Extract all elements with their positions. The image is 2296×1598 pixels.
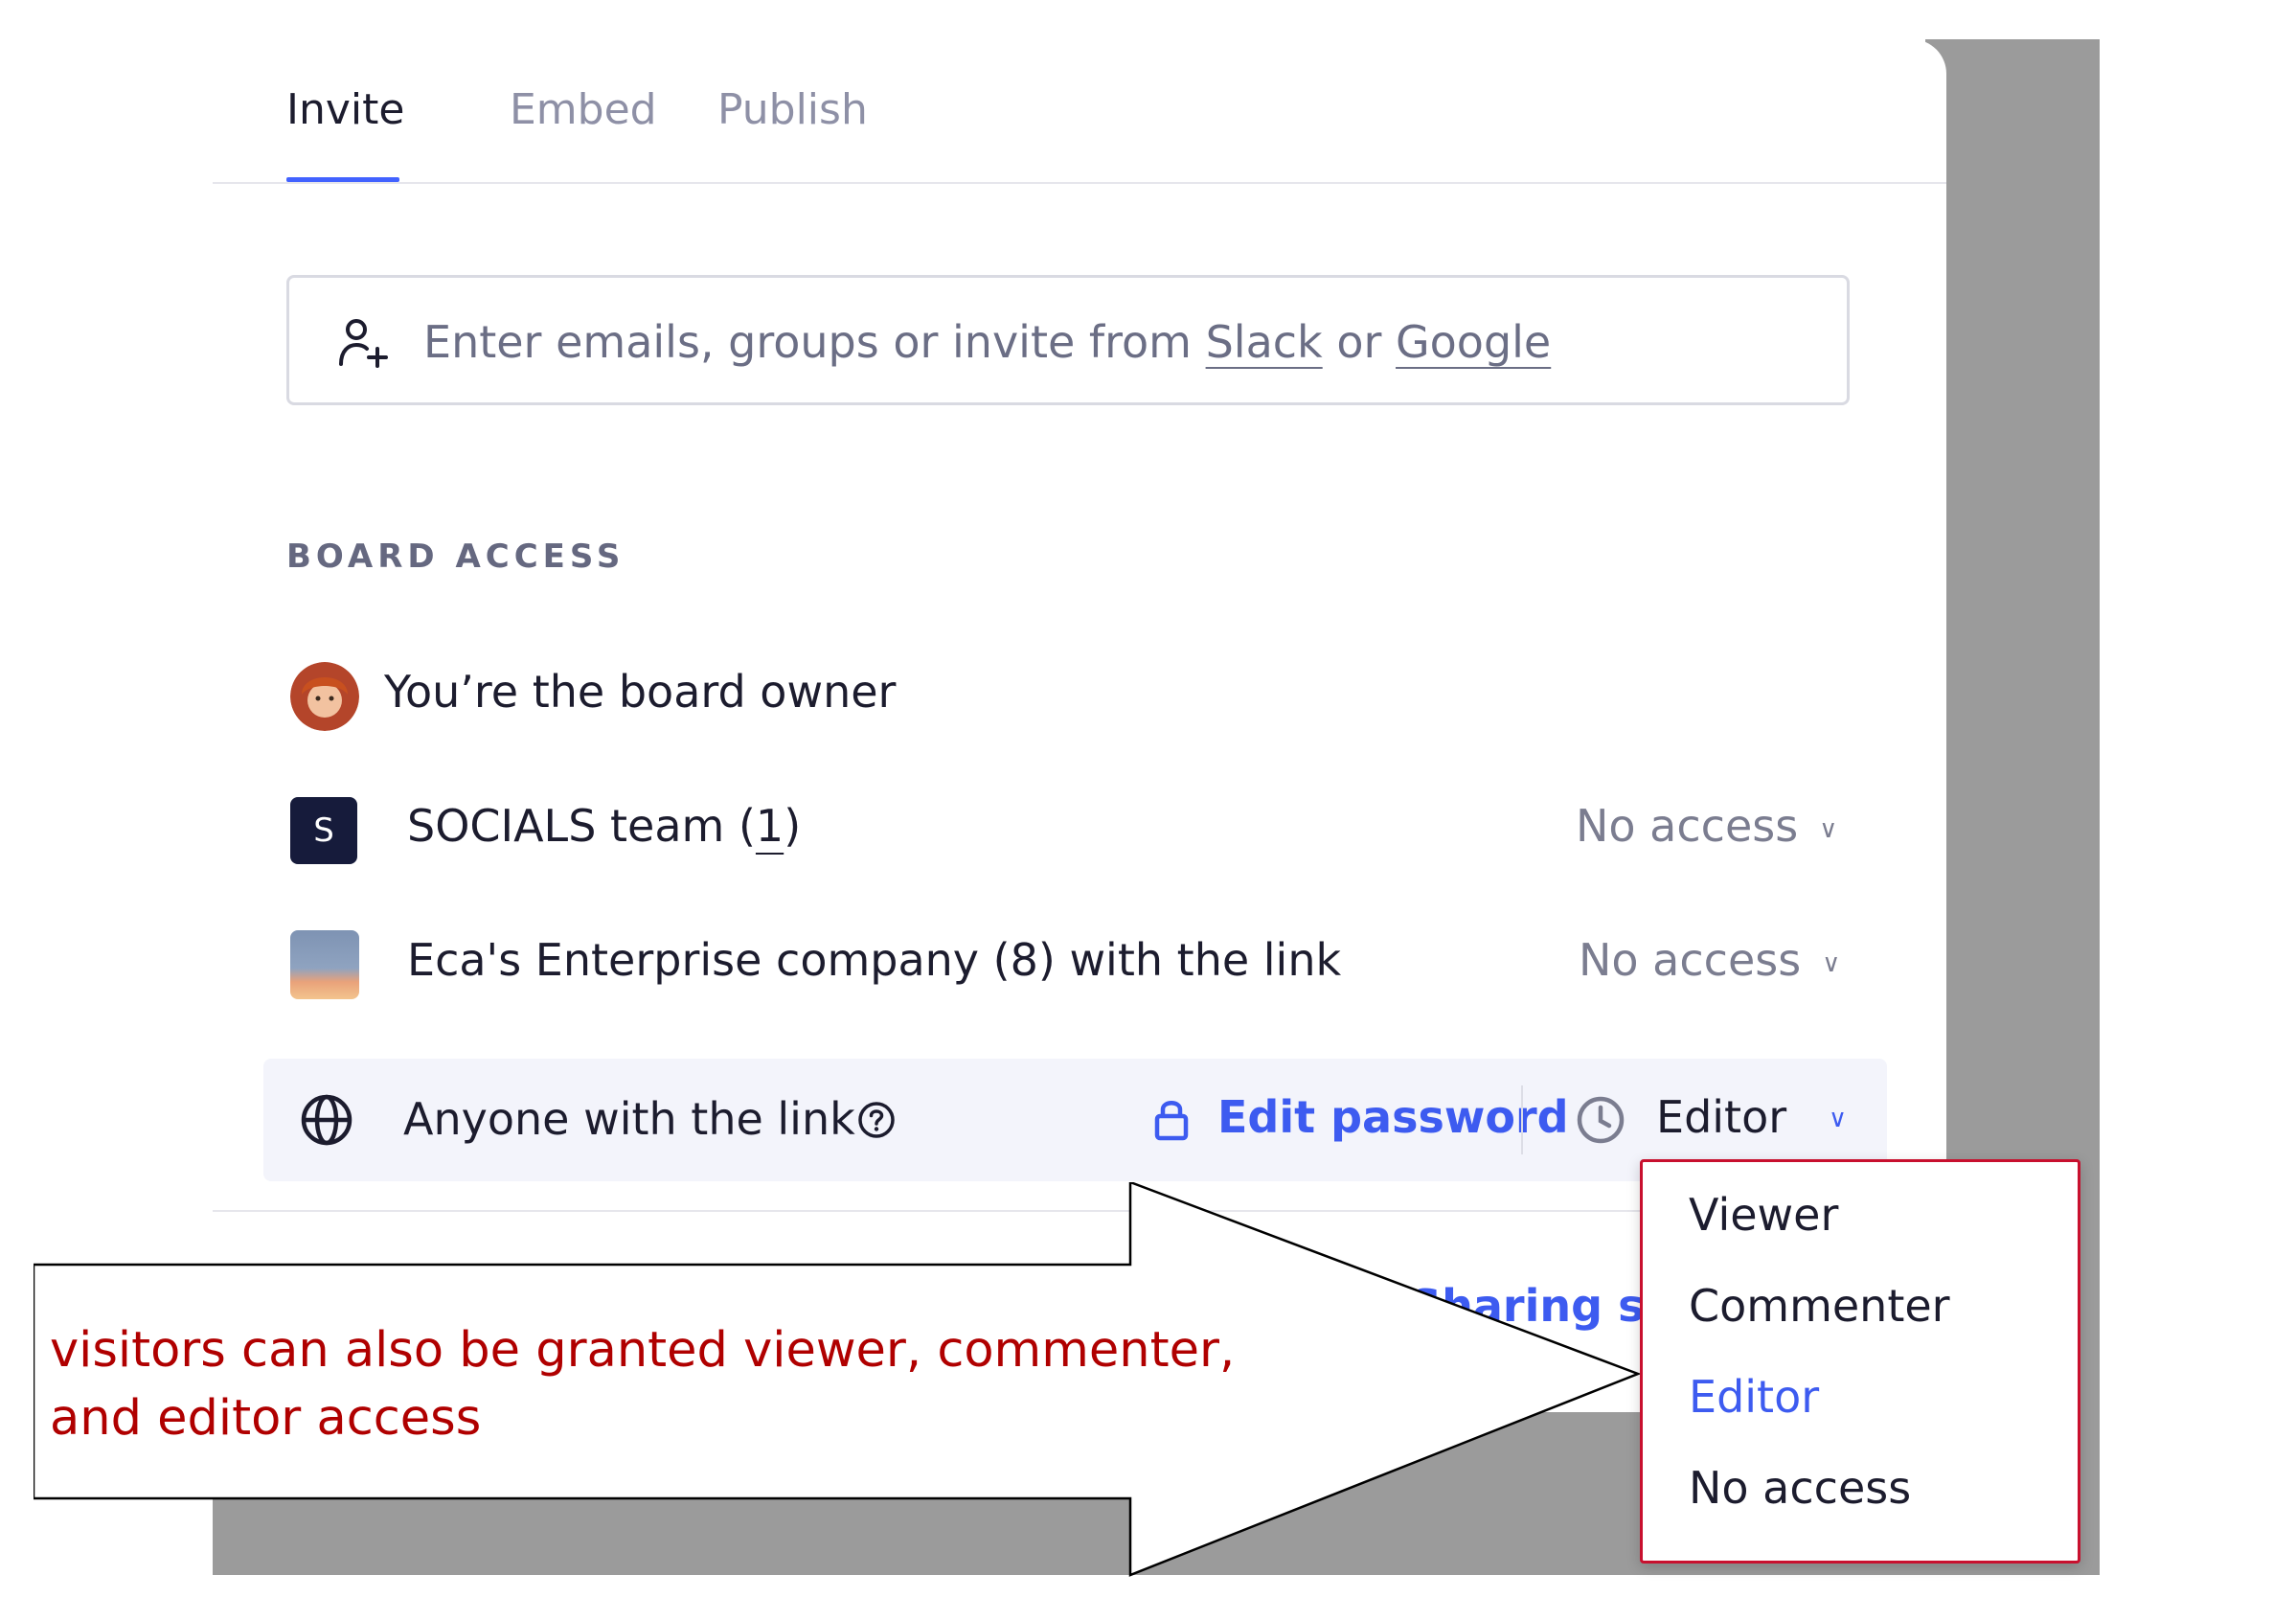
- avatar: [290, 662, 359, 731]
- team-access-value: No access: [1576, 800, 1799, 852]
- owner-row: You’re the board owner: [286, 645, 1850, 750]
- menu-item-editor[interactable]: Editor: [1689, 1371, 1819, 1423]
- help-icon[interactable]: [857, 1101, 896, 1139]
- team-row: S SOCIALS team (1) No access ∨: [286, 779, 1850, 884]
- invite-placeholder: Enter emails, groups or invite from Slac…: [423, 316, 1551, 368]
- access-dropdown-menu: Viewer Commenter Editor No access: [1640, 1159, 2080, 1564]
- company-access-select[interactable]: No access ∨: [1579, 934, 1840, 986]
- team-name: SOCIALS team (1): [407, 800, 801, 852]
- menu-item-no-access[interactable]: No access: [1689, 1462, 1911, 1514]
- globe-icon: [301, 1094, 352, 1146]
- tab-invite[interactable]: Invite: [286, 85, 404, 134]
- divider: [1521, 1085, 1523, 1154]
- or-text: or: [1322, 316, 1397, 368]
- team-avatar: S: [290, 797, 357, 864]
- team-access-select[interactable]: No access ∨: [1576, 800, 1837, 852]
- slack-link[interactable]: Slack: [1206, 316, 1323, 368]
- company-avatar: [290, 930, 359, 999]
- company-name: Eca's Enterprise company (8) with the li…: [407, 934, 1342, 986]
- avatar-image: [290, 662, 359, 731]
- owner-text: You’re the board owner: [384, 666, 897, 718]
- link-access-label: Anyone with the link: [403, 1093, 855, 1145]
- divider: [213, 182, 1946, 184]
- company-row: Eca's Enterprise company (8) with the li…: [286, 913, 1850, 1018]
- team-name-close: ): [784, 800, 802, 852]
- link-access-value: Editor: [1656, 1091, 1787, 1143]
- add-user-icon: [339, 319, 388, 368]
- chevron-down-icon: ∨: [1829, 1105, 1848, 1133]
- tab-publish[interactable]: Publish: [717, 85, 868, 134]
- team-member-count[interactable]: 1: [756, 800, 784, 852]
- menu-item-viewer[interactable]: Viewer: [1689, 1189, 1838, 1241]
- annotation-text: visitors can also be granted viewer, com…: [50, 1322, 1236, 1447]
- tab-embed[interactable]: Embed: [510, 85, 657, 134]
- company-access-value: No access: [1579, 934, 1802, 986]
- menu-item-commenter[interactable]: Commenter: [1689, 1280, 1950, 1332]
- clock-icon: [1577, 1096, 1625, 1144]
- edit-password-label: Edit password: [1217, 1091, 1569, 1143]
- invite-input[interactable]: Enter emails, groups or invite from Slac…: [286, 275, 1850, 405]
- board-access-heading: BOARD ACCESS: [286, 537, 625, 576]
- chevron-down-icon: ∨: [1819, 814, 1838, 844]
- invite-placeholder-text: Enter emails, groups or invite from: [423, 316, 1206, 368]
- lock-icon: [1154, 1101, 1189, 1141]
- google-link[interactable]: Google: [1396, 316, 1551, 368]
- chevron-down-icon: ∨: [1822, 948, 1841, 978]
- team-name-label: SOCIALS team (: [407, 800, 756, 852]
